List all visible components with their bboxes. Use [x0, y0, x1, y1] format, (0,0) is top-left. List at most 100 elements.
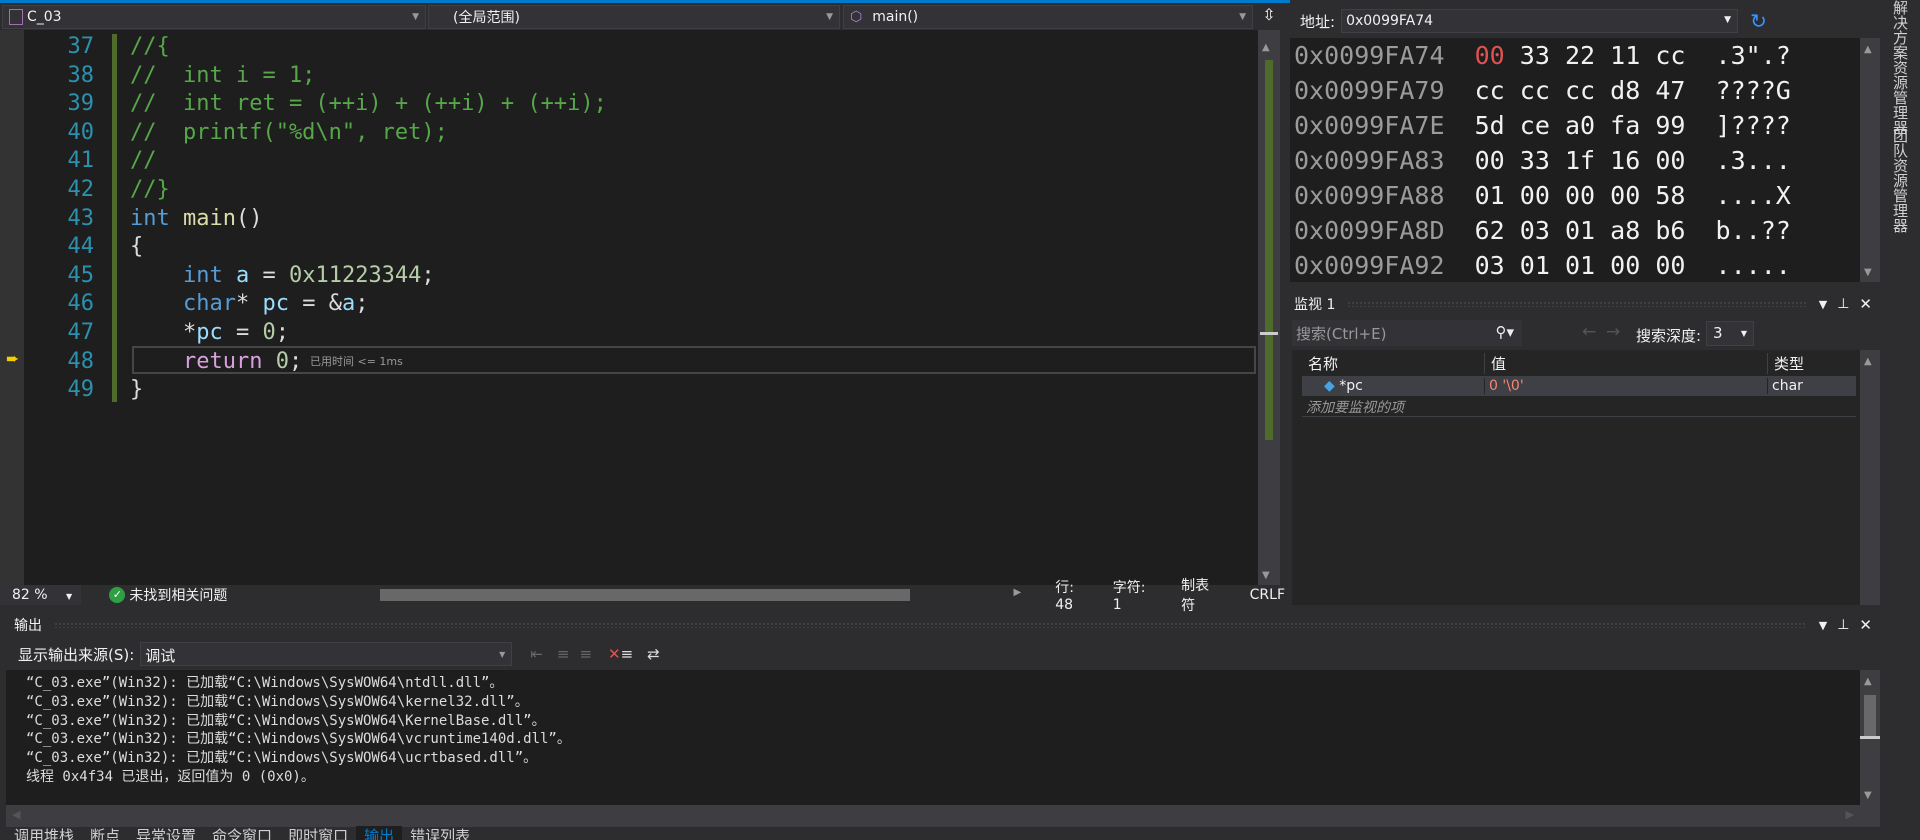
side-tab-solution-explorer[interactable]: 解决方案资源管理器	[1890, 0, 1911, 135]
bottom-tab[interactable]: 调用堆栈	[6, 826, 82, 840]
memory-byte[interactable]: 00	[1610, 181, 1640, 210]
memory-byte[interactable]: 00	[1520, 181, 1550, 210]
memory-byte[interactable]: 33	[1520, 146, 1550, 175]
code-line[interactable]: int a = 0x11223344;	[130, 261, 435, 290]
code-line[interactable]: // int i = 1;	[130, 61, 315, 90]
memory-byte[interactable]: d8	[1610, 76, 1640, 105]
memory-view[interactable]: 0x0099FA74 00 33 22 11 cc .3".? 0x0099FA7…	[1290, 38, 1860, 282]
memory-byte[interactable]: 22	[1565, 41, 1595, 70]
memory-byte[interactable]: 11	[1610, 41, 1640, 70]
memory-scrollbar[interactable]: ▲ ▼	[1860, 38, 1880, 282]
address-input[interactable]: 0x0099FA74 ▼	[1341, 9, 1739, 33]
memory-byte[interactable]: 00	[1655, 251, 1685, 280]
zoom-dropdown[interactable]: 82 % ▼	[0, 585, 82, 605]
find-message-icon[interactable]: ⇤	[530, 645, 543, 663]
memory-byte[interactable]: 47	[1655, 76, 1685, 105]
output-source-dropdown[interactable]: 调试 ▼	[140, 642, 513, 666]
memory-byte[interactable]: a0	[1565, 111, 1595, 140]
memory-row: 0x0099FA7E 5d ce a0 fa 99 ]????	[1294, 108, 1791, 143]
code-line[interactable]: *pc = 0;	[130, 318, 289, 347]
code-line[interactable]: //}	[130, 175, 170, 204]
refresh-icon[interactable]: ↻	[1750, 9, 1767, 33]
code-line[interactable]: }	[130, 375, 143, 404]
watch-scrollbar[interactable]: ▲	[1860, 350, 1880, 605]
search-depth-dropdown[interactable]: 3 ▼	[1706, 321, 1754, 346]
side-tab-team-explorer[interactable]: 团队资源管理器	[1890, 128, 1911, 233]
editor-vertical-scrollbar[interactable]: ▲ ▼	[1258, 30, 1280, 585]
memory-byte[interactable]: 5d	[1475, 111, 1505, 140]
forward-arrow-icon[interactable]: →	[1606, 322, 1620, 342]
output-vertical-scrollbar[interactable]: ▲ ▼	[1860, 670, 1880, 805]
next-message-icon[interactable]: ≡	[579, 645, 592, 663]
code-line[interactable]: // int ret = (++i) + (++i) + (++i);	[130, 89, 607, 118]
memory-byte[interactable]: 16	[1610, 146, 1640, 175]
memory-address: 0x0099FA7E	[1294, 111, 1445, 140]
bottom-tab[interactable]: 异常设置	[128, 826, 204, 840]
project-dropdown[interactable]: C_03 ▼	[2, 5, 426, 29]
memory-byte[interactable]: 1f	[1565, 146, 1595, 175]
memory-byte[interactable]: fa	[1610, 111, 1640, 140]
memory-byte[interactable]: 01	[1475, 181, 1505, 210]
window-menu-icon[interactable]: ▼	[1819, 619, 1827, 632]
memory-byte[interactable]: cc	[1655, 41, 1685, 70]
memory-byte[interactable]: 99	[1655, 111, 1685, 140]
bottom-tab[interactable]: 即时窗口	[280, 826, 356, 840]
bottom-tab[interactable]: 输出	[356, 826, 403, 840]
pin-icon[interactable]: ⊥	[1837, 617, 1849, 633]
memory-byte[interactable]: 00	[1475, 146, 1505, 175]
watch-row[interactable]: ◆ *pc 0 '\0' char	[1302, 376, 1856, 396]
memory-byte[interactable]: 01	[1520, 251, 1550, 280]
function-dropdown[interactable]: ⬡ main() ▼	[843, 5, 1253, 29]
bottom-tab[interactable]: 错误列表	[402, 826, 478, 840]
split-window-button[interactable]: ⇳	[1256, 5, 1282, 29]
clear-all-icon[interactable]: ✕≡	[608, 645, 633, 663]
add-watch-item[interactable]: 添加要监视的项	[1302, 397, 1856, 417]
window-menu-icon[interactable]: ▼	[1819, 298, 1827, 311]
output-horizontal-scrollbar[interactable]: ◀ ▶	[6, 805, 1880, 827]
previous-message-icon[interactable]: ≡	[557, 645, 570, 663]
scope-dropdown[interactable]: (全局范围) ▼	[428, 5, 840, 29]
line-indicator[interactable]: 行: 48	[1055, 577, 1095, 613]
current-statement-arrow-icon: ➨	[6, 349, 20, 368]
pin-icon[interactable]: ⊥	[1837, 296, 1849, 312]
memory-byte[interactable]: 00	[1655, 146, 1685, 175]
bottom-tab[interactable]: 命令窗口	[204, 826, 280, 840]
code-line[interactable]: {	[130, 232, 143, 261]
memory-byte[interactable]: 00	[1610, 251, 1640, 280]
code-line[interactable]: //	[130, 146, 157, 175]
memory-byte[interactable]: 01	[1565, 251, 1595, 280]
memory-byte[interactable]: 33	[1520, 41, 1550, 70]
code-line[interactable]: //{	[130, 32, 170, 61]
bottom-tab[interactable]: 断点	[82, 826, 128, 840]
memory-byte[interactable]: b6	[1655, 216, 1685, 245]
horizontal-scrollbar[interactable]: ▶	[372, 585, 1028, 605]
line-number: 39	[67, 91, 95, 117]
memory-byte[interactable]: 58	[1655, 181, 1685, 210]
memory-byte[interactable]: cc	[1475, 76, 1505, 105]
word-wrap-icon[interactable]: ⇄	[647, 645, 660, 663]
memory-byte[interactable]: 00	[1475, 41, 1505, 70]
line-number: 37	[67, 34, 95, 59]
issues-indicator[interactable]: ✓ 未找到相关问题	[81, 585, 371, 605]
code-line[interactable]: // printf("%d\n", ret);	[130, 118, 448, 147]
memory-byte[interactable]: 01	[1565, 216, 1595, 245]
memory-byte[interactable]: cc	[1565, 76, 1595, 105]
back-arrow-icon[interactable]: ←	[1582, 322, 1596, 342]
close-icon[interactable]: ✕	[1859, 295, 1872, 313]
eol-indicator[interactable]: CRLF	[1250, 587, 1285, 603]
watch-header: 名称 值 类型	[1302, 350, 1860, 376]
memory-byte[interactable]: 62	[1475, 216, 1505, 245]
code-line[interactable]: int main()	[130, 204, 262, 233]
indent-indicator[interactable]: 制表符	[1181, 575, 1221, 615]
char-indicator[interactable]: 字符: 1	[1113, 577, 1157, 613]
memory-byte[interactable]: 03	[1520, 216, 1550, 245]
code-line[interactable]: return 0;	[130, 347, 302, 376]
memory-byte[interactable]: 03	[1475, 251, 1505, 280]
code-line[interactable]: char* pc = &a;	[130, 289, 368, 318]
watch-search-input[interactable]: 搜索(Ctrl+E) ⚲▾	[1292, 320, 1522, 346]
memory-byte[interactable]: ce	[1520, 111, 1550, 140]
memory-byte[interactable]: cc	[1520, 76, 1550, 105]
memory-byte[interactable]: 00	[1565, 181, 1595, 210]
close-icon[interactable]: ✕	[1859, 616, 1872, 634]
memory-byte[interactable]: a8	[1610, 216, 1640, 245]
